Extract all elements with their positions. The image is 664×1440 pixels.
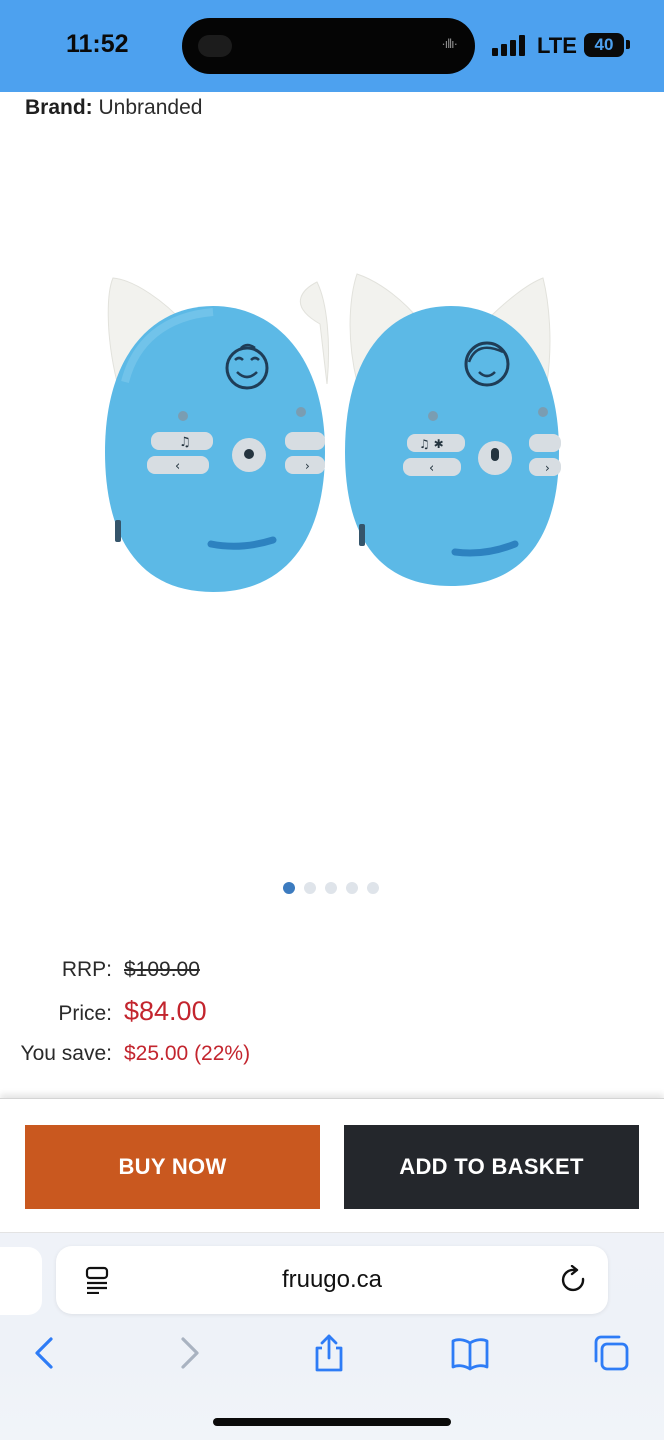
svg-text:♫ ✱: ♫ ✱	[419, 437, 444, 451]
carousel-dot[interactable]	[367, 882, 379, 894]
network-type: LTE	[537, 33, 577, 58]
price-row: Price: $84.00	[0, 996, 207, 1027]
carousel-dot[interactable]	[325, 882, 337, 894]
parent-unit: ♫ ✱ ‹ ›	[345, 273, 561, 586]
price-label: Price:	[58, 1002, 112, 1025]
battery-tip	[626, 40, 630, 49]
svg-text:‹: ‹	[429, 461, 434, 476]
audio-wave-icon: ·ıllı·	[441, 36, 458, 51]
url-text[interactable]: fruugo.ca	[56, 1266, 608, 1294]
brand-label: Brand:	[25, 96, 93, 119]
brand-value: Unbranded	[98, 96, 203, 119]
add-to-basket-button[interactable]: ADD TO BASKET	[344, 1125, 639, 1209]
savings-value: $25.00 (22%)	[124, 1042, 251, 1065]
price-value: $84.00	[124, 996, 207, 1026]
browser-toolbar: fruugo.ca	[0, 1232, 664, 1440]
camera-icon	[198, 35, 232, 57]
dynamic-island: ·ıllı·	[182, 18, 475, 74]
carousel-dots[interactable]	[283, 882, 379, 894]
tabs-icon[interactable]	[590, 1333, 630, 1373]
battery-icon: 40	[584, 33, 624, 57]
address-bar[interactable]: fruugo.ca	[56, 1246, 608, 1314]
back-icon[interactable]	[25, 1333, 65, 1373]
baby-unit: ♫ ‹ ›	[105, 277, 330, 592]
status-bar: 11:52 ·ıllı· LTE 40	[0, 0, 664, 92]
carousel-dot[interactable]	[283, 882, 295, 894]
home-indicator[interactable]	[213, 1418, 451, 1426]
rrp-row: RRP: $109.00	[0, 958, 200, 982]
signal-icon	[492, 34, 526, 56]
carousel-dot[interactable]	[346, 882, 358, 894]
reload-icon[interactable]	[559, 1265, 589, 1295]
brand-line: Brand: Unbranded	[25, 96, 202, 120]
status-time: 11:52	[66, 30, 129, 58]
forward-icon[interactable]	[169, 1333, 209, 1373]
svg-text:‹: ‹	[175, 459, 180, 474]
purchase-action-bar: BUY NOW ADD TO BASKET	[0, 1098, 664, 1232]
share-icon[interactable]	[309, 1333, 349, 1373]
previous-tab-preview[interactable]	[0, 1247, 42, 1315]
svg-text:♫: ♫	[179, 435, 191, 450]
buy-now-button[interactable]: BUY NOW	[25, 1125, 320, 1209]
svg-text:›: ›	[305, 459, 310, 473]
rrp-value: $109.00	[124, 958, 200, 981]
savings-label: You save:	[20, 1042, 112, 1065]
bookmarks-icon[interactable]	[450, 1333, 490, 1373]
product-page: 11:52 ·ıllı· LTE 40 Brand: Unbranded ♫ ‹…	[0, 0, 664, 1440]
savings-row: You save: $25.00 (22%)	[0, 1042, 251, 1066]
rrp-label: RRP:	[61, 958, 112, 981]
carousel-dot[interactable]	[304, 882, 316, 894]
product-image[interactable]: ♫ ‹ › ♫ ✱ ‹ ›	[95, 262, 575, 602]
svg-text:›: ›	[545, 461, 550, 475]
